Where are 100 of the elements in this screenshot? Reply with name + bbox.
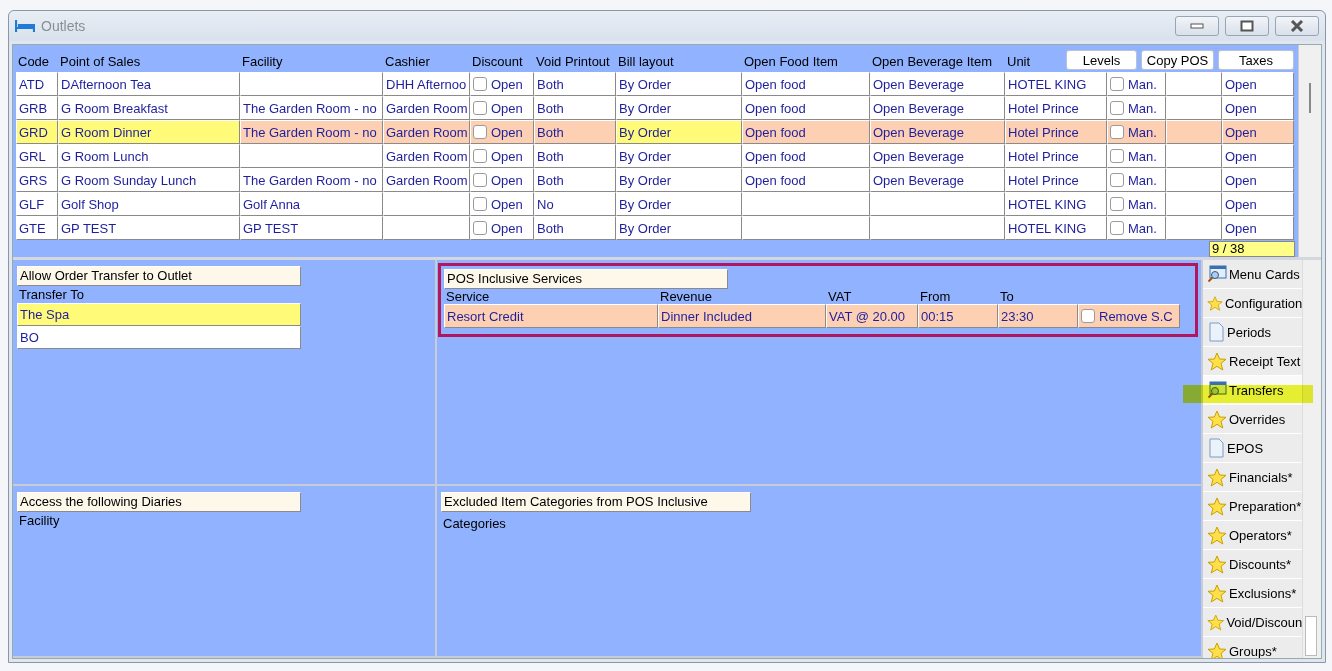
checkbox[interactable] <box>1110 125 1124 139</box>
checkbox[interactable] <box>473 197 487 211</box>
star-icon <box>1207 554 1227 574</box>
checkbox-cell[interactable]: Man. <box>1107 144 1166 168</box>
sidebar-item[interactable]: Groups* <box>1203 637 1303 658</box>
checkbox-label: Open <box>491 76 523 92</box>
table-cell: Both <box>534 216 616 240</box>
star-icon <box>1207 351 1227 371</box>
table-cell: Open <box>1222 192 1294 216</box>
table-cell: Open food <box>742 96 870 120</box>
sidebar-item[interactable]: Operators* <box>1203 521 1303 550</box>
sidebar-item[interactable]: Menu Cards <box>1203 260 1303 289</box>
table-cell: By Order <box>616 168 742 192</box>
field-label: Facility <box>18 512 61 529</box>
table-cell: Open Beverage <box>870 120 1005 144</box>
checkbox-cell[interactable]: Man. <box>1107 72 1166 96</box>
bed-icon <box>15 19 35 33</box>
checkbox[interactable] <box>473 77 487 91</box>
checkbox-cell[interactable]: Man. <box>1107 192 1166 216</box>
section-title: POS Inclusive Services <box>444 269 728 289</box>
checkbox[interactable] <box>473 221 487 235</box>
table-cell: Open Beverage <box>870 96 1005 120</box>
checkbox-cell[interactable]: Open <box>470 96 534 120</box>
list-item[interactable]: The Spa <box>17 303 301 326</box>
table-cell: By Order <box>616 144 742 168</box>
checkbox-cell[interactable]: Man. <box>1107 96 1166 120</box>
sidebar-item[interactable]: EPOS <box>1203 434 1303 463</box>
table-cell: By Order <box>616 120 742 144</box>
table-cell: Garden Room <box>383 144 470 168</box>
checkbox[interactable] <box>473 125 487 139</box>
checkbox[interactable] <box>1110 149 1124 163</box>
star-icon <box>1207 612 1225 632</box>
star-icon <box>1207 293 1223 313</box>
checkbox-cell[interactable]: Man. <box>1107 168 1166 192</box>
minimize-button[interactable] <box>1175 16 1219 36</box>
table-cell: Resort Credit <box>444 304 658 328</box>
sidebar-item[interactable]: Financials* <box>1203 463 1303 492</box>
field-label: Transfer To <box>18 286 86 303</box>
section-title: Access the following Diaries <box>17 492 301 512</box>
checkbox[interactable] <box>473 101 487 115</box>
checkbox[interactable] <box>1081 309 1095 323</box>
table-cell: Open <box>1222 168 1294 192</box>
checkbox[interactable] <box>1110 173 1124 187</box>
table-cell: ATD <box>16 72 58 96</box>
header-button[interactable]: Levels <box>1066 50 1137 70</box>
column-header: Discount <box>471 54 524 71</box>
checkbox-cell[interactable]: Open <box>470 144 534 168</box>
checkbox[interactable] <box>1110 197 1124 211</box>
section-title: Allow Order Transfer to Outlet <box>17 266 301 286</box>
table-cell: Golf Shop <box>58 192 240 216</box>
column-header: Open Beverage Item <box>871 54 993 71</box>
scrollbar[interactable] <box>1298 45 1321 257</box>
checkbox-cell[interactable]: Open <box>470 192 534 216</box>
header-button[interactable]: Copy POS <box>1141 50 1214 70</box>
checkbox-cell[interactable]: Man. <box>1107 216 1166 240</box>
star-icon <box>1207 641 1227 658</box>
table-cell: Open food <box>742 72 870 96</box>
column-header: Facility <box>241 54 284 71</box>
checkbox-cell[interactable]: Open <box>470 72 534 96</box>
sidebar-item[interactable]: Void/Discoun <box>1203 608 1303 637</box>
checkbox[interactable] <box>1110 221 1124 235</box>
sidebar-item[interactable]: Preparation* <box>1203 492 1303 521</box>
checkbox-cell[interactable]: Open <box>470 120 534 144</box>
column-header: From <box>919 289 952 304</box>
table-cell: Open Beverage <box>870 144 1005 168</box>
table-cell: GRS <box>16 168 58 192</box>
checkbox-cell[interactable]: Open <box>470 168 534 192</box>
checkbox[interactable] <box>1110 77 1124 91</box>
sidebar-item[interactable]: Configuration <box>1203 289 1303 318</box>
section-title: Excluded Item Categories from POS Inclusive <box>441 492 751 512</box>
scroll-arrows[interactable] <box>1305 616 1318 656</box>
table-cell: GRD <box>16 120 58 144</box>
checkbox[interactable] <box>473 173 487 187</box>
list-item[interactable]: BO <box>17 326 301 349</box>
column-header: Open Food Item <box>743 54 839 71</box>
checkbox-label: Man. <box>1128 172 1157 188</box>
table-cell: GP TEST <box>58 216 240 240</box>
close-button[interactable] <box>1275 16 1319 36</box>
maximize-button[interactable] <box>1225 16 1269 36</box>
sidebar-item[interactable]: Receipt Text <box>1203 347 1303 376</box>
sidebar-item[interactable]: Overrides <box>1203 405 1303 434</box>
column-header: To <box>999 289 1015 304</box>
checkbox[interactable] <box>473 149 487 163</box>
checkbox-cell[interactable]: Man. <box>1107 120 1166 144</box>
table-cell: Open food <box>742 120 870 144</box>
page-icon <box>1207 438 1225 458</box>
sidebar-item[interactable]: Discounts* <box>1203 550 1303 579</box>
sidebar-item[interactable]: Periods <box>1203 318 1303 347</box>
sidebar-item[interactable]: Exclusions* <box>1203 579 1303 608</box>
column-header: Void Printout <box>535 54 611 71</box>
checkbox-cell[interactable]: Remove S.C <box>1078 304 1180 328</box>
checkbox-label: Open <box>491 148 523 164</box>
column-header: Cashier <box>384 54 431 71</box>
header-button[interactable]: Taxes <box>1218 50 1294 70</box>
checkbox-cell[interactable]: Open <box>470 216 534 240</box>
record-position-tooltip: 9 / 38 <box>1209 241 1295 257</box>
checkbox[interactable] <box>1110 101 1124 115</box>
table-cell: 23:30 <box>998 304 1078 328</box>
table-cell: Open <box>1222 72 1294 96</box>
table-cell: Hotel Prince <box>1005 120 1107 144</box>
